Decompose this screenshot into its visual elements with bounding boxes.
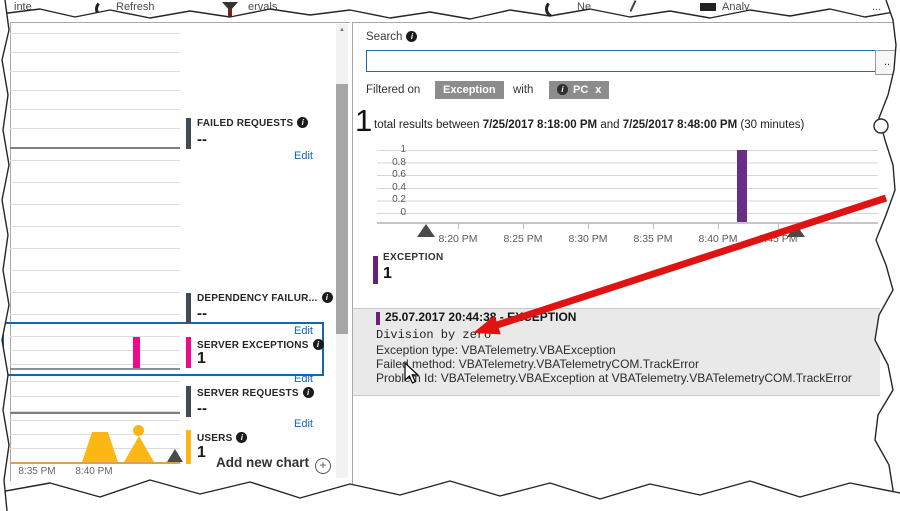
refresh-icon-right xyxy=(545,0,563,18)
server-requests-label: SERVER REQUESTS xyxy=(197,387,314,399)
users-data-dot xyxy=(133,425,144,436)
result-title: 25.07.2017 20:44:38 - EXCEPTION xyxy=(385,310,577,324)
result-problem-id: Problem Id: VBATelemetry.VBAException at… xyxy=(376,371,852,385)
server-requests-chip xyxy=(186,386,191,417)
server-exceptions-label: SERVER EXCEPTIONS xyxy=(197,339,324,351)
edit-link-server-requests[interactable]: Edit xyxy=(294,418,324,430)
result-failed-method: Failed method: VBATelemetry.VBATelemetry… xyxy=(376,357,699,371)
dependency-failures-chip xyxy=(186,293,191,323)
filter-chip[interactable]: PCx xyxy=(549,81,610,99)
result-message: Division by zero xyxy=(376,328,492,342)
users-label: USERS xyxy=(197,432,248,444)
info-icon[interactable] xyxy=(236,432,248,443)
info-icon xyxy=(557,84,568,95)
users-value: 1 xyxy=(197,444,206,461)
x-tick-mark xyxy=(458,223,459,229)
toolbar-fragment-refresh: Refresh xyxy=(116,1,155,13)
users-chip xyxy=(186,430,191,464)
range-end: 7/25/2017 8:48:00 PM xyxy=(622,119,738,131)
failed-requests-chip xyxy=(186,118,191,149)
edit-link-failed-requests[interactable]: Edit xyxy=(294,150,324,162)
result-type-chip xyxy=(376,312,380,325)
analytics-icon xyxy=(700,3,716,11)
x-tick-label: 8:35 PM xyxy=(633,233,673,245)
y-tick: 0.8 xyxy=(392,157,406,168)
users-x-tick: 8:40 PM xyxy=(75,466,113,477)
scrollbar-up-button[interactable] xyxy=(336,24,348,37)
search-field-label: Search xyxy=(366,31,418,43)
dependency-failures-value: -- xyxy=(197,305,207,322)
dependency-failures-label: DEPENDENCY FAILUR... xyxy=(197,292,333,304)
info-icon[interactable] xyxy=(302,387,314,398)
y-tick: 1 xyxy=(400,144,406,155)
info-icon[interactable] xyxy=(312,339,324,350)
results-count: 1 xyxy=(355,103,373,138)
info-icon[interactable] xyxy=(297,117,309,128)
add-new-chart-button[interactable]: Add new chart xyxy=(216,455,332,474)
range-start: 7/25/2017 8:18:00 PM xyxy=(482,119,598,131)
x-tick-label: 8:40 PM xyxy=(698,233,738,245)
x-tick-mark xyxy=(588,223,589,229)
toolbar-fragment: inte xyxy=(14,1,32,13)
x-tick-mark xyxy=(778,223,779,229)
x-tick-mark xyxy=(718,223,719,229)
slash-icon xyxy=(629,0,637,12)
app-insights-search-screenshot: inte Refresh ervals Ne Analy ... 8:35 PM… xyxy=(0,0,900,511)
y-tick: 0.6 xyxy=(392,169,406,180)
range-handle-right[interactable] xyxy=(787,224,805,237)
exception-bar[interactable] xyxy=(737,150,747,222)
scrollbar-thumb[interactable] xyxy=(336,84,348,334)
server-exceptions-value: 1 xyxy=(197,350,206,367)
search-input[interactable] xyxy=(366,50,876,72)
filter-funnel-icon xyxy=(222,2,238,17)
users-x-tick: 8:35 PM xyxy=(18,466,56,477)
x-tick-label: 8:25 PM xyxy=(503,233,543,245)
toolbar-fragment-ne: Ne xyxy=(577,1,592,13)
failed-requests-label: FAILED REQUESTS xyxy=(197,117,309,129)
y-tick: 0.2 xyxy=(392,194,406,205)
failed-requests-sparkline xyxy=(10,33,180,149)
filter-type-badge[interactable]: Exception xyxy=(435,81,504,99)
toolbar-fragment-analytics: Analy xyxy=(722,1,750,13)
y-tick: 0.4 xyxy=(392,182,406,193)
timeline-grid xyxy=(377,150,878,214)
info-icon[interactable] xyxy=(406,31,418,42)
filter-connector-text: with xyxy=(513,84,534,96)
server-requests-sparkline xyxy=(10,381,180,414)
time-range-handle[interactable] xyxy=(167,449,183,462)
exception-legend-label: EXCEPTION xyxy=(383,252,444,263)
x-tick-mark xyxy=(653,223,654,229)
exception-legend-value: 1 xyxy=(383,265,392,282)
x-tick-label: 8:20 PM xyxy=(438,233,478,245)
server-requests-value: -- xyxy=(197,400,207,417)
range-handle-left[interactable] xyxy=(417,224,435,237)
results-summary: total results between 7/25/2017 8:18:00 … xyxy=(374,119,805,131)
failed-requests-value: -- xyxy=(197,131,207,148)
toolbar-fragment-dots: ... xyxy=(872,1,882,13)
x-tick-mark xyxy=(523,223,524,229)
edit-link-server-exceptions[interactable]: Edit xyxy=(294,373,324,385)
filter-prefix-text: Filtered on xyxy=(366,84,421,96)
edit-link-dependency-failures[interactable]: Edit xyxy=(294,325,324,337)
server-exceptions-chip xyxy=(186,337,191,368)
search-more-button[interactable]: .. xyxy=(875,50,899,75)
refresh-icon xyxy=(95,0,113,18)
plus-icon xyxy=(315,458,332,474)
toolbar-fragment-intervals: ervals xyxy=(248,1,278,13)
result-exception-type: Exception type: VBATelemetry.VBAExceptio… xyxy=(376,343,616,357)
y-tick: 0 xyxy=(400,207,406,218)
x-tick-label: 8:30 PM xyxy=(568,233,608,245)
exception-legend-chip xyxy=(373,256,378,284)
remove-filter-icon[interactable]: x xyxy=(595,84,601,96)
dependency-failures-sparkline xyxy=(10,160,180,322)
info-icon[interactable] xyxy=(321,292,333,303)
